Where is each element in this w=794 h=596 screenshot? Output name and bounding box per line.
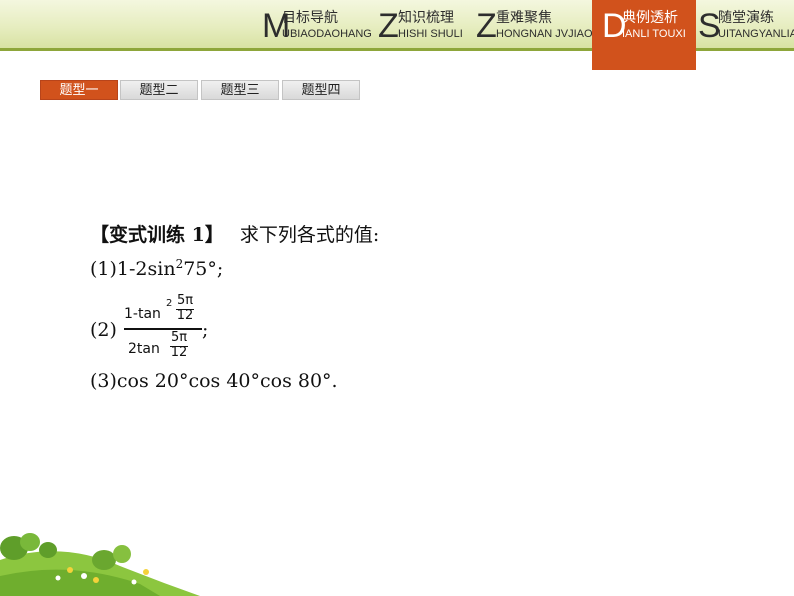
nav-label-en: HISHI SHULI	[398, 28, 463, 40]
numerator-exponent: 2	[166, 298, 173, 309]
nav-item-zhongnan[interactable]: Z 重难聚焦 HONGNAN JVJIAO	[476, 6, 593, 46]
tab-type-4[interactable]: 题型四	[282, 80, 360, 100]
angle-denominator: 12	[176, 308, 194, 323]
flower-icon	[67, 567, 73, 573]
nav-label-cn: 典例透析	[622, 10, 678, 26]
tree-crown	[39, 542, 57, 558]
nav-letter: Z	[378, 7, 399, 45]
exercise-prompt: 求下列各式的值:	[239, 224, 380, 246]
nav-letter: Z	[476, 7, 497, 45]
denominator-text: 2tan	[128, 341, 160, 357]
tree-crown	[113, 545, 131, 563]
angle-numerator: 5π	[170, 330, 188, 345]
nav-item-mubiao[interactable]: M 目标导航 UBIAODAOHANG	[262, 6, 372, 46]
tab-type-3[interactable]: 题型三	[201, 80, 279, 100]
exercise-title: 【变式训练 1】	[90, 224, 224, 246]
exercise-item-2-label: (2)	[90, 317, 117, 343]
nav-label-cn: 重难聚焦	[496, 10, 552, 26]
top-navigation: M 目标导航 UBIAODAOHANG Z 知识梳理 HISHI SHULI Z…	[0, 0, 794, 70]
nav-item-suitang[interactable]: S 随堂演练 UITANGYANLIAN	[698, 6, 794, 46]
angle-denominator: 12	[170, 345, 188, 360]
flower-icon	[93, 577, 99, 583]
item1-suffix: 75°;	[183, 258, 224, 280]
nav-label-en: IANLI TOUXI	[622, 28, 686, 40]
nav-label-en: UITANGYANLIAN	[718, 28, 794, 40]
tab-type-2[interactable]: 题型二	[120, 80, 198, 100]
flower-icon	[55, 575, 61, 581]
nav-label-cn: 目标导航	[282, 10, 338, 26]
exercise-item-1: (1)1-2sin275°;	[90, 256, 223, 282]
landscape-decoration	[0, 533, 200, 596]
nav-label-cn: 知识梳理	[398, 10, 454, 26]
item2-denominator: 2tan 5π 12	[124, 331, 202, 361]
item1-prefix: (1)1-2sin	[90, 258, 176, 280]
nav-item-zhishi[interactable]: Z 知识梳理 HISHI SHULI	[378, 6, 468, 46]
flower-icon	[131, 579, 137, 585]
nav-label-en: HONGNAN JVJIAO	[496, 28, 593, 40]
item2-suffix: ;	[202, 319, 209, 341]
item2-prefix: (2)	[90, 319, 117, 341]
flower-icon	[81, 573, 87, 579]
angle-numerator: 5π	[176, 293, 194, 308]
nav-item-dianli-active[interactable]: D 典例透析 IANLI TOUXI	[592, 0, 696, 70]
numerator-text: 1-tan	[124, 306, 161, 322]
nav-label-en: UBIAODAOHANG	[282, 28, 372, 40]
exercise-item-3: (3)cos 20°cos 40°cos 80°.	[90, 370, 338, 392]
item2-fraction-bar	[124, 328, 202, 330]
flower-icon	[143, 569, 149, 575]
exercise-heading: 【变式训练 1】 求下列各式的值:	[90, 222, 379, 248]
tab-type-1[interactable]: 题型一	[40, 80, 118, 100]
item2-numerator: 1-tan 2 5π 12	[124, 293, 202, 326]
tree-crown	[20, 533, 40, 551]
tree-crown	[92, 550, 116, 570]
nav-label-cn: 随堂演练	[718, 10, 774, 26]
